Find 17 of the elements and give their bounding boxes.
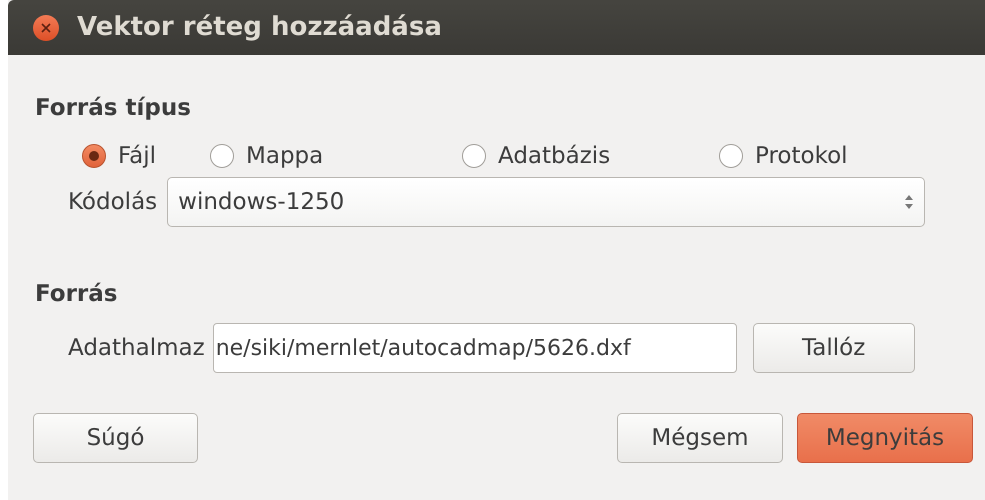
- dialog-button[interactable]: Súgó: [33, 413, 198, 463]
- radio-option[interactable]: Fájl: [82, 138, 210, 174]
- radio-option[interactable]: Mappa: [210, 138, 462, 174]
- spinner-arrows-icon: [904, 193, 914, 211]
- dialog-button[interactable]: Mégsem: [617, 413, 783, 463]
- section-heading: Forrás: [35, 280, 118, 309]
- close-icon[interactable]: [33, 14, 59, 40]
- field-label: Kódolás: [68, 188, 158, 217]
- radio-option[interactable]: Protokol: [719, 138, 848, 174]
- section-heading: Forrás típus: [35, 94, 192, 123]
- browse-button[interactable]: Tallóz: [752, 323, 915, 373]
- field-label: Adathalmaz: [68, 334, 205, 363]
- dataset-field[interactable]: ne/siki/mernlet/autocadmap/5626.dxf: [212, 323, 737, 373]
- open-button[interactable]: Megnyitás: [797, 413, 973, 463]
- radio-option[interactable]: Adatbázis: [462, 138, 719, 174]
- encoding-dropdown[interactable]: windows-1250: [167, 177, 926, 227]
- window-title: Vektor réteg hozzáadása: [77, 11, 442, 44]
